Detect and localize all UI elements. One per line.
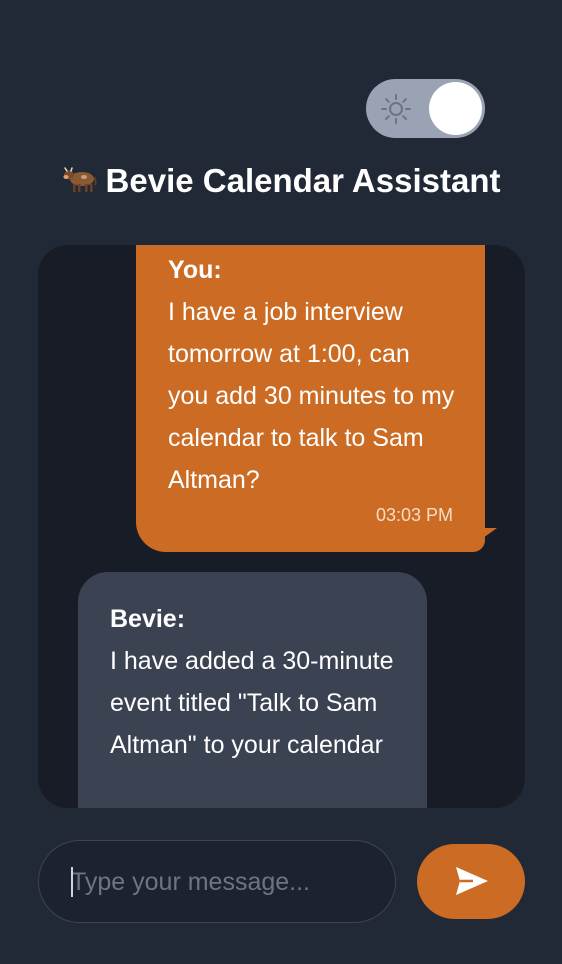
- message-sender: You:: [168, 256, 222, 284]
- message-input[interactable]: [71, 861, 371, 903]
- app-page: Bevie Calendar Assistant You: I have a j…: [0, 0, 562, 964]
- theme-toggle[interactable]: [366, 79, 485, 138]
- message-input-container[interactable]: [38, 840, 396, 923]
- bubble-tail: [483, 528, 497, 538]
- text-caret: [71, 867, 73, 897]
- toggle-knob[interactable]: [429, 82, 482, 135]
- message-timestamp: 03:03 PM: [375, 505, 453, 525]
- message-sender: Bevie:: [110, 605, 186, 633]
- page-title-text: Bevie Calendar Assistant: [105, 162, 501, 199]
- message-text: I have a job interview tomorrow at 1:00,…: [168, 298, 455, 494]
- page-title: Bevie Calendar Assistant: [0, 158, 562, 204]
- message-text: I have added a 30-minute event titled "T…: [110, 647, 394, 759]
- chat-window[interactable]: You: I have a job interview tomorrow at …: [38, 245, 525, 808]
- send-button[interactable]: [417, 844, 525, 919]
- user-message: You: I have a job interview tomorrow at …: [136, 245, 497, 552]
- assistant-message: Bevie: I have added a 30-minute event ti…: [78, 572, 427, 808]
- send-icon: [456, 867, 488, 895]
- sun-icon: [381, 94, 411, 124]
- cow-emoji-icon: [62, 167, 97, 192]
